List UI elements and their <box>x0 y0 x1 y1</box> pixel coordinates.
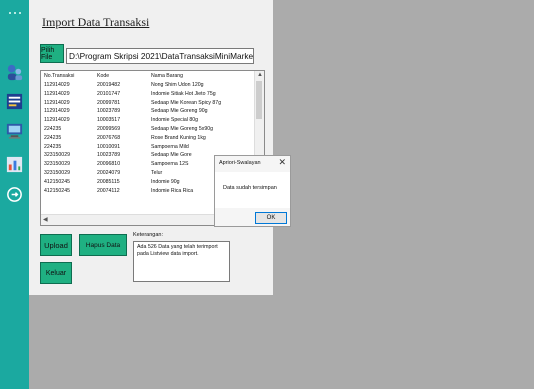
dialog-title: Apriori-Swalayan <box>219 160 261 166</box>
column-header-nama-barang[interactable]: Nama Barang <box>151 71 183 81</box>
cell-kode: 20076768 <box>97 134 121 141</box>
message-dialog: Apriori-Swalayan ✕ Data sudah tersimpan … <box>214 155 291 227</box>
cell-kode: 10023789 <box>97 108 121 115</box>
cell-nama-barang: Indomie Special 80g <box>151 117 199 124</box>
table-row[interactable]: 112914029 20101747 Indomie Sitiak Hot Jiet… <box>41 90 264 99</box>
power-icon[interactable] <box>5 185 24 204</box>
keterangan-label: Keterangan: <box>133 232 163 238</box>
chart-icon[interactable] <box>5 155 24 174</box>
table-row[interactable]: 224235 10010091 Sampoerna Mild <box>41 143 264 152</box>
scroll-up-icon[interactable]: ▲ <box>257 72 263 78</box>
keterangan-textarea[interactable]: Ada 526 Data yang telah terimport pada L… <box>133 241 230 282</box>
ok-button[interactable]: OK <box>255 212 287 224</box>
cell-nama-barang: Indomie 90g <box>151 178 180 185</box>
computer-icon[interactable] <box>5 121 24 140</box>
table-row[interactable]: 112914029 10023789 Sedaap Mie Goreng 90g <box>41 107 264 116</box>
user-icon[interactable] <box>5 63 24 82</box>
cell-no-transaksi: 112914029 <box>44 99 70 106</box>
scroll-thumb[interactable] <box>256 81 262 119</box>
table-row[interactable]: 112914029 10003517 Indomie Special 80g <box>41 116 264 125</box>
cell-no-transaksi: 224235 <box>44 125 62 132</box>
cell-kode: 20096810 <box>97 161 121 168</box>
cell-nama-barang: Sedaap Mie Gore <box>151 152 192 159</box>
sidebar <box>0 0 29 389</box>
cell-nama-barang: Nong Shim Udon 120g <box>151 82 204 88</box>
menu-dots-icon[interactable] <box>6 11 24 15</box>
table-row[interactable]: 224235 20099569 Sedaap Mie Goreng 5x90g <box>41 125 264 134</box>
cell-no-transaksi: 112914029 <box>44 90 70 97</box>
cell-nama-barang: Rose Brand Kuning 1kg <box>151 134 206 141</box>
cell-kode: 20101747 <box>97 90 121 97</box>
upload-button[interactable]: Upload <box>40 234 72 256</box>
listview-header: No.Transaksi Kode Nama Barang <box>41 71 264 81</box>
cell-kode: 20085115 <box>97 178 120 185</box>
cell-nama-barang: Indomie Rica Rica <box>151 187 194 194</box>
cell-no-transaksi: 224235 <box>44 143 62 150</box>
pilih-file-button[interactable]: Pilih File <box>40 44 64 63</box>
cell-no-transaksi: 323150029 <box>44 161 70 168</box>
cell-nama-barang: Sampoerna Mild <box>151 143 189 150</box>
dialog-body: Data sudah tersimpan <box>215 172 290 208</box>
cell-kode: 10023789 <box>97 152 121 159</box>
table-row[interactable]: 112914029 20019482 Nong Shim Udon 120g <box>41 81 264 90</box>
cell-nama-barang: Sedaap Mie Goreng 5x90g <box>151 125 214 132</box>
cell-nama-barang: Sedaap Mie Korean Spicy 87g <box>151 99 222 106</box>
cell-kode: 20099781 <box>97 99 121 106</box>
hapus-data-button[interactable]: Hapus Data <box>79 234 127 256</box>
cell-kode: 20074112 <box>97 187 120 194</box>
cell-kode: 20024079 <box>97 169 121 176</box>
cell-no-transaksi: 323150029 <box>44 169 70 176</box>
cell-nama-barang: Indomie Sitiak Hot Jieto 75g <box>151 90 216 97</box>
column-header-kode[interactable]: Kode <box>97 71 109 81</box>
keluar-button[interactable]: Keluar <box>40 262 72 284</box>
page-title: Import Data Transaksi <box>42 15 150 29</box>
cell-no-transaksi: 323150029 <box>44 152 70 159</box>
cell-no-transaksi: 112914029 <box>44 82 70 88</box>
table-row[interactable]: 224235 20076768 Rose Brand Kuning 1kg <box>41 134 264 143</box>
table-row[interactable]: 112914029 20099781 Sedaap Mie Korean Spicy… <box>41 99 264 108</box>
data-icon[interactable] <box>5 92 24 111</box>
cell-kode: 20099569 <box>97 125 121 132</box>
cell-nama-barang: Telur <box>151 169 163 176</box>
cell-no-transaksi: 412150245 <box>44 187 70 194</box>
cell-no-transaksi: 412150245 <box>44 178 70 185</box>
close-icon[interactable]: ✕ <box>278 157 286 168</box>
dialog-message: Data sudah tersimpan <box>223 185 277 191</box>
cell-no-transaksi: 112914029 <box>44 117 70 124</box>
cell-nama-barang: Sampoerna 12S <box>151 161 189 168</box>
cell-kode: 20019482 <box>97 82 121 88</box>
scroll-left-icon[interactable]: ◀ <box>43 216 48 223</box>
cell-nama-barang: Sedaap Mie Goreng 90g <box>151 108 208 115</box>
cell-no-transaksi: 112914029 <box>44 108 70 115</box>
cell-kode: 10003517 <box>97 117 121 124</box>
cell-kode: 10010091 <box>97 143 121 150</box>
file-path-field[interactable]: D:\Program Skripsi 2021\DataTransaksiMin… <box>66 48 254 64</box>
column-header-no-transaksi[interactable]: No.Transaksi <box>44 71 74 81</box>
cell-no-transaksi: 224235 <box>44 134 62 141</box>
